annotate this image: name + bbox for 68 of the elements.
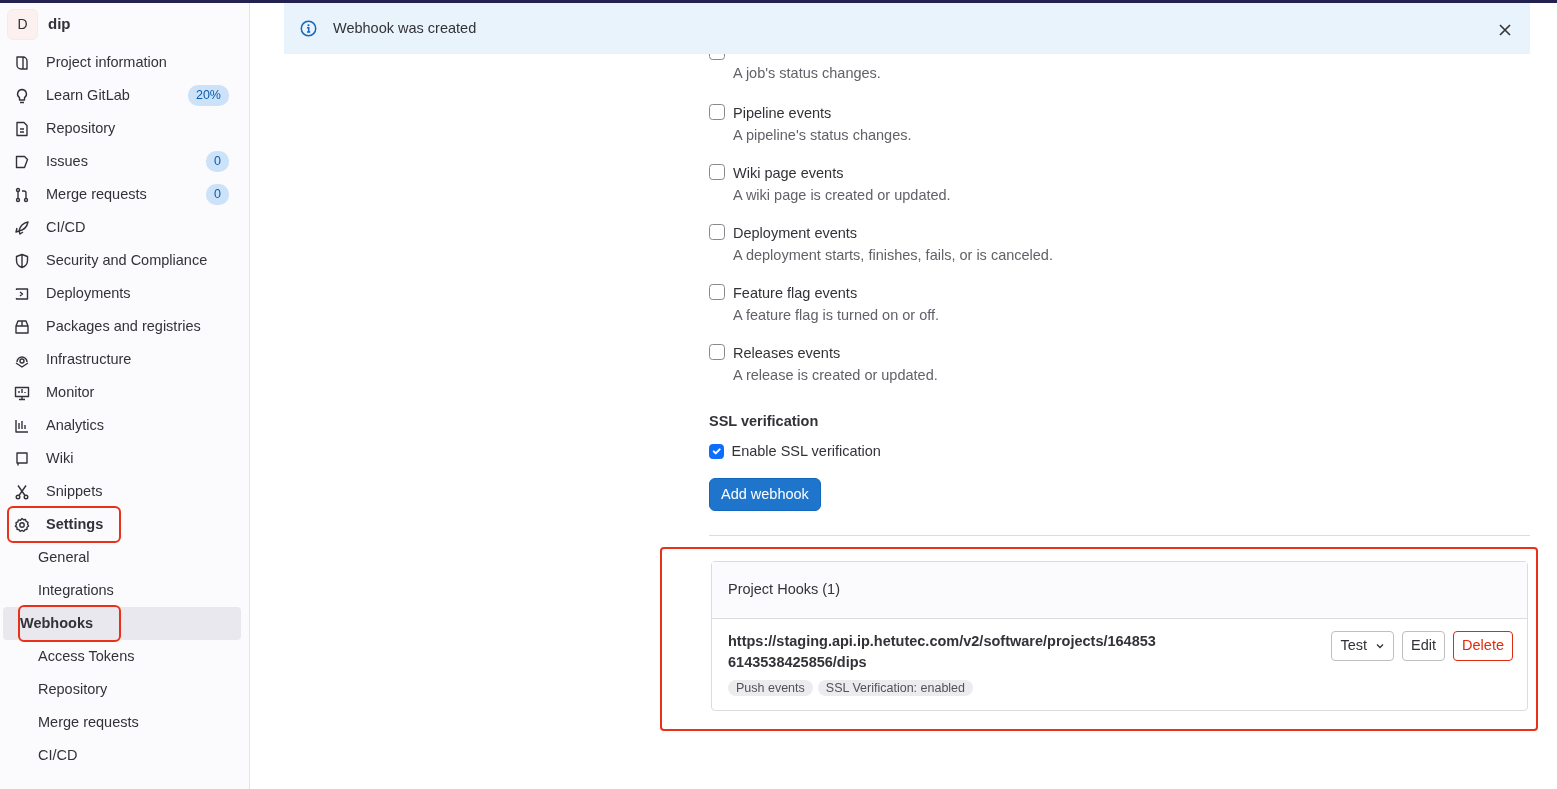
- delete-button[interactable]: Delete: [1453, 631, 1513, 661]
- event-description: A feature flag is turned on or off.: [733, 305, 940, 325]
- card-title: Project Hooks (1): [728, 581, 840, 598]
- sidebar-item[interactable]: Merge requests: [3, 706, 241, 739]
- event-label: Deployment events: [733, 224, 859, 243]
- sidebar-item[interactable]: Integrations: [3, 574, 241, 607]
- chart-icon: [14, 417, 30, 434]
- checkbox[interactable]: [709, 164, 725, 180]
- count-badge: 0: [206, 151, 229, 172]
- checkbox[interactable]: [709, 444, 724, 459]
- project-avatar: D: [7, 9, 38, 40]
- alert-message: Webhook was created: [333, 18, 477, 38]
- test-dropdown[interactable]: Test: [1331, 631, 1395, 661]
- event-description: A release is created or updated.: [733, 365, 938, 385]
- edit-button[interactable]: Edit: [1402, 631, 1446, 661]
- sidebar-item[interactable]: Packages and registries: [3, 310, 241, 343]
- webhook-url: https://staging.api.ip.hetutec.com/v2/software/projects/164853 6143538425856/dips: [728, 632, 1157, 672]
- bulb-icon: [14, 87, 30, 104]
- shield-icon: [14, 252, 30, 269]
- event-description: A pipeline's status changes.: [733, 125, 912, 145]
- count-badge: 0: [206, 184, 229, 205]
- checkbox[interactable]: [709, 344, 725, 360]
- sidebar-item[interactable]: Snippets: [3, 475, 241, 508]
- sidebar-item[interactable]: Repository: [3, 673, 241, 706]
- document-icon: [14, 120, 30, 137]
- sidebar-item[interactable]: Settings: [9, 508, 119, 541]
- sidebar-item[interactable]: Access Tokens: [3, 640, 241, 673]
- event-label: Feature flag events: [733, 284, 859, 303]
- settings-icon: [14, 516, 30, 533]
- deploy-icon: [14, 285, 30, 302]
- sidebar-item[interactable]: CI/CD: [3, 211, 241, 244]
- event-label: Releases events: [733, 344, 842, 363]
- sidebar-item[interactable]: Project information: [3, 46, 241, 79]
- event-description: A deployment starts, finishes, fails, or is canceled.: [733, 245, 1053, 265]
- sidebar-item[interactable]: Analytics: [3, 409, 241, 442]
- checkbox-label: Enable SSL verification: [731, 441, 881, 461]
- sidebar-item[interactable]: Security and Compliance: [3, 244, 241, 277]
- package-icon: [14, 318, 30, 335]
- sidebar-item[interactable]: Wiki: [3, 442, 241, 475]
- sidebar-item[interactable]: Repository: [3, 112, 241, 145]
- section-heading: SSL verification: [709, 412, 820, 431]
- merge-icon: [14, 186, 30, 203]
- sidebar-item[interactable]: Issues 0: [3, 145, 241, 178]
- sidebar-item[interactable]: Learn GitLab 20%: [3, 79, 241, 112]
- rocket-icon: [14, 219, 30, 236]
- event-label: Pipeline events: [733, 104, 833, 123]
- event-tag: Push events: [728, 680, 813, 696]
- project-name[interactable]: dip: [48, 13, 71, 36]
- scissors-icon: [14, 483, 30, 500]
- issue-icon: [14, 153, 30, 170]
- add-webhook-button[interactable]: Add webhook: [709, 477, 821, 512]
- checkbox[interactable]: [709, 104, 725, 120]
- monitor-icon: [14, 384, 30, 401]
- sidebar-item[interactable]: Monitor: [3, 376, 241, 409]
- sidebar-item[interactable]: CI/CD: [3, 739, 241, 772]
- event-description: A wiki page is created or updated.: [733, 185, 951, 205]
- sidebar-item[interactable]: General: [3, 541, 241, 574]
- checkbox[interactable]: [709, 284, 725, 300]
- checkbox[interactable]: [709, 224, 725, 240]
- event-description: A job's status changes.: [733, 64, 881, 83]
- sidebar-item[interactable]: Deployments: [3, 277, 241, 310]
- count-badge: 20%: [187, 85, 229, 106]
- event-tag: SSL Verification: enabled: [817, 680, 973, 696]
- info-icon: [300, 20, 317, 37]
- sidebar-item[interactable]: Merge requests 0: [3, 178, 241, 211]
- sidebar-item[interactable]: Webhooks: [3, 607, 241, 640]
- sidebar-item[interactable]: Infrastructure: [3, 343, 241, 376]
- event-label: Wiki page events: [733, 164, 845, 183]
